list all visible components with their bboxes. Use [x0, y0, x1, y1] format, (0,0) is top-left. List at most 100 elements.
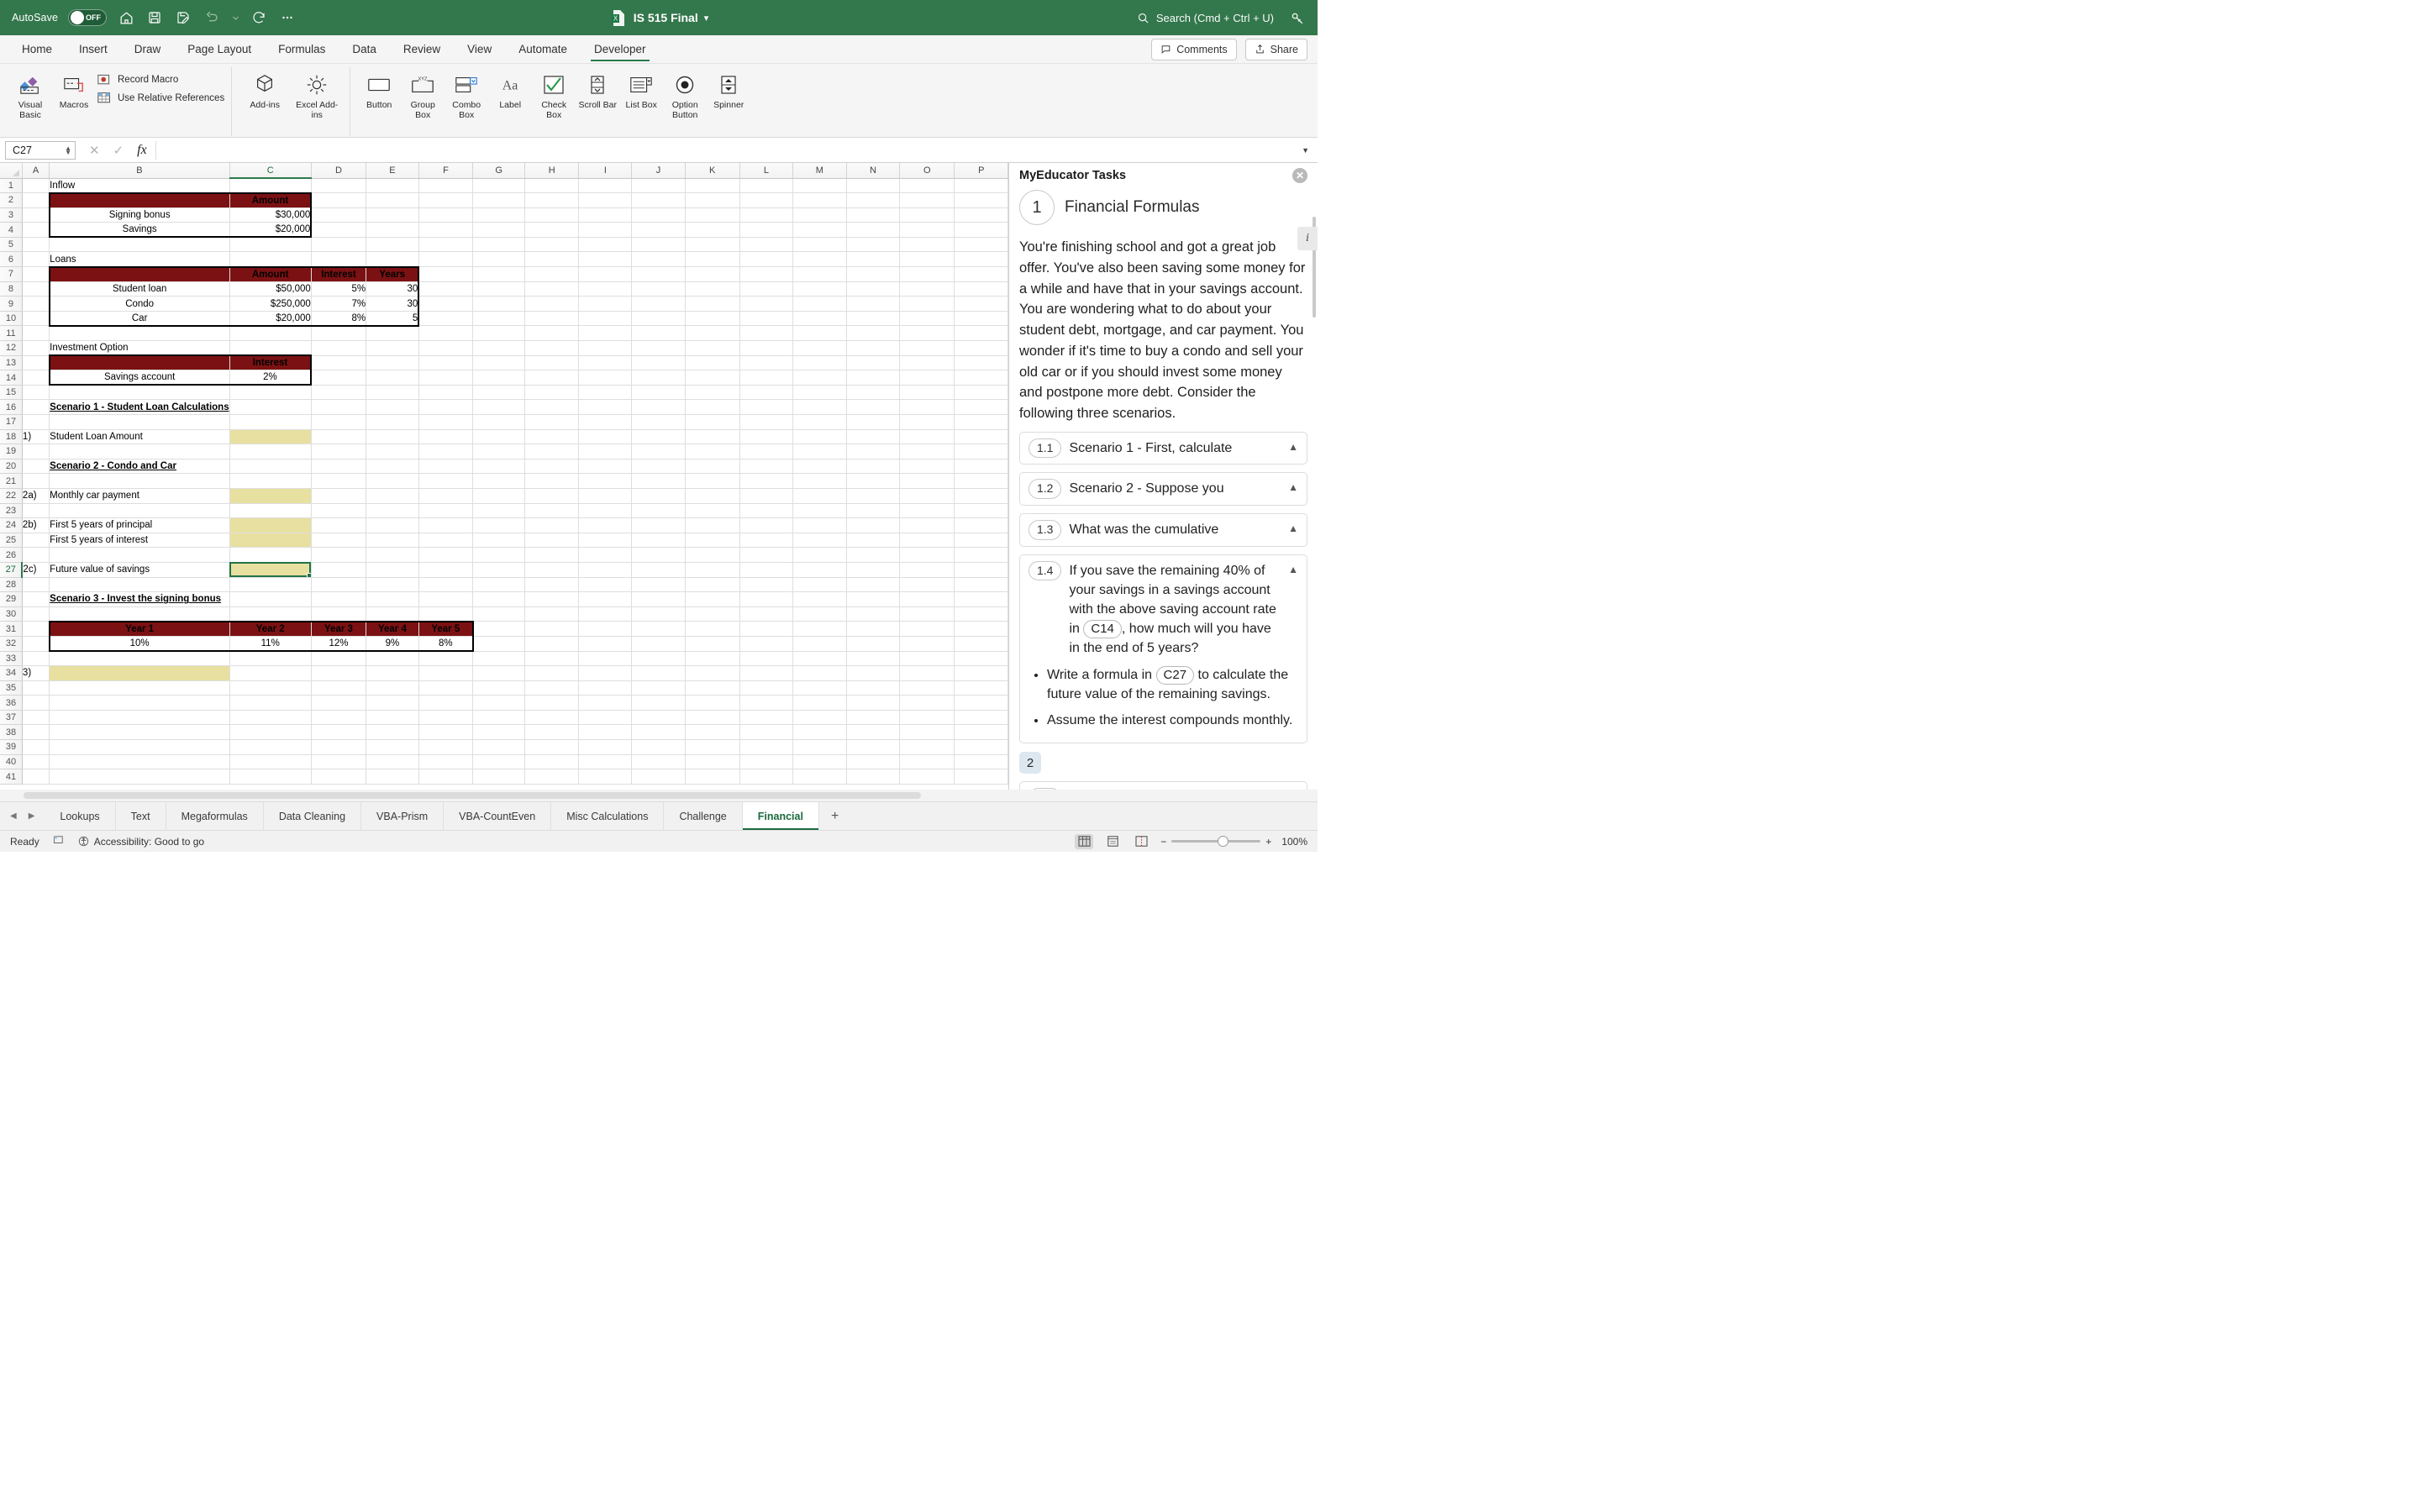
column-header-L[interactable]: L [739, 163, 794, 179]
cell-D34[interactable] [311, 665, 367, 681]
cell-G30[interactable] [472, 606, 526, 622]
cell-M26[interactable] [792, 547, 847, 563]
cell-J41[interactable] [631, 769, 686, 785]
cell-A19[interactable] [22, 444, 50, 459]
cell-K24[interactable] [685, 517, 740, 533]
cell-F24[interactable] [418, 517, 474, 533]
cell-I37[interactable] [578, 710, 633, 726]
row-header-39[interactable]: 39 [0, 739, 23, 755]
cell-F40[interactable] [418, 754, 474, 770]
cell-P17[interactable] [954, 414, 1008, 430]
row-header-27[interactable]: 27 [0, 562, 24, 578]
cell-I25[interactable] [578, 533, 633, 549]
row-header-40[interactable]: 40 [0, 754, 23, 770]
select-all-corner[interactable] [0, 163, 23, 179]
cell-H22[interactable] [524, 488, 580, 504]
cell-G3[interactable] [472, 207, 526, 223]
cell-C26[interactable] [229, 547, 312, 563]
cell-O30[interactable] [899, 606, 955, 622]
cell-C28[interactable] [229, 577, 312, 593]
cell-C29[interactable] [229, 591, 312, 607]
cell-H5[interactable] [524, 237, 580, 253]
cell-D36[interactable] [311, 695, 367, 711]
cell-C4[interactable]: $20,000 [229, 222, 313, 239]
cell-F34[interactable] [418, 665, 474, 681]
cell-P16[interactable] [954, 399, 1008, 415]
cell-F9[interactable] [418, 296, 474, 312]
tab-developer[interactable]: Developer [581, 35, 660, 64]
cell-A13[interactable] [22, 355, 50, 371]
cell-B17[interactable] [49, 414, 230, 430]
cell-C13[interactable]: Interest [229, 354, 313, 371]
sheet-tab-misc-calculations[interactable]: Misc Calculations [551, 802, 665, 830]
cell-B12[interactable]: Investment Option [49, 340, 230, 356]
row-header-8[interactable]: 8 [0, 281, 23, 297]
cell-L12[interactable] [739, 340, 794, 356]
cell-M21[interactable] [792, 473, 847, 489]
autosave-toggle[interactable]: OFF [68, 9, 108, 26]
cell-O2[interactable] [899, 192, 955, 208]
cell-C31[interactable]: Year 2 [229, 620, 312, 637]
cell-P30[interactable] [954, 606, 1008, 622]
cell-E6[interactable] [366, 251, 419, 268]
cell-K22[interactable] [685, 488, 740, 504]
cell-M40[interactable] [792, 754, 847, 770]
cell-E33[interactable] [366, 651, 419, 667]
cell-P31[interactable] [954, 621, 1008, 637]
cell-D11[interactable] [311, 325, 367, 342]
cell-E37[interactable] [366, 710, 419, 726]
cell-D10[interactable]: 8% [311, 311, 367, 327]
name-box-spinner[interactable]: ▲ ▼ [65, 144, 71, 155]
cell-D8[interactable]: 5% [311, 281, 367, 297]
row-header-9[interactable]: 9 [0, 296, 23, 312]
cell-G12[interactable] [472, 340, 526, 356]
home-icon[interactable] [117, 8, 135, 27]
cell-B7[interactable] [48, 265, 230, 282]
cell-J24[interactable] [631, 517, 686, 533]
row-header-24[interactable]: 24 [0, 517, 23, 533]
cell-E5[interactable] [366, 237, 419, 253]
cell-K2[interactable] [685, 192, 740, 208]
cell-C14[interactable]: 2% [229, 370, 313, 386]
cell-J13[interactable] [631, 355, 686, 371]
cell-N36[interactable] [846, 695, 901, 711]
cell-C9[interactable]: $250,000 [229, 296, 312, 312]
cell-C21[interactable] [229, 473, 312, 489]
cell-J33[interactable] [631, 651, 686, 667]
cell-D21[interactable] [311, 473, 367, 489]
cell-M27[interactable] [792, 562, 847, 578]
cell-G19[interactable] [472, 444, 526, 459]
cell-H31[interactable] [524, 621, 580, 637]
tab-page-layout[interactable]: Page Layout [174, 35, 265, 64]
cell-C3[interactable]: $30,000 [229, 207, 313, 223]
cell-O28[interactable] [899, 577, 955, 593]
cell-A14[interactable] [22, 370, 50, 386]
cell-I5[interactable] [578, 237, 633, 253]
cell-H14[interactable] [524, 370, 580, 386]
cell-D1[interactable] [311, 178, 367, 194]
cell-G26[interactable] [472, 547, 526, 563]
cell-K25[interactable] [685, 533, 740, 549]
cell-J35[interactable] [631, 680, 686, 696]
form-button-button[interactable]: Button [357, 67, 401, 113]
cell-M31[interactable] [792, 621, 847, 637]
cell-E16[interactable] [366, 399, 419, 415]
cell-F18[interactable] [418, 429, 474, 445]
cell-E13[interactable] [366, 355, 419, 371]
cell-A10[interactable] [22, 311, 50, 327]
cell-G7[interactable] [472, 266, 526, 282]
cell-P2[interactable] [954, 192, 1008, 208]
prev-sheet-icon[interactable]: ◀ [10, 811, 17, 821]
cell-O21[interactable] [899, 473, 955, 489]
cell-F36[interactable] [418, 695, 474, 711]
combo-box-button[interactable]: Combo Box [445, 67, 488, 123]
cell-A9[interactable] [22, 296, 50, 312]
cell-K41[interactable] [685, 769, 740, 785]
cell-B26[interactable] [49, 547, 230, 563]
cell-O11[interactable] [899, 325, 955, 342]
cell-G31[interactable] [472, 621, 526, 637]
cell-F10[interactable] [418, 311, 474, 327]
cell-A4[interactable] [22, 222, 50, 238]
cell-H24[interactable] [524, 517, 580, 533]
cell-E40[interactable] [366, 754, 419, 770]
